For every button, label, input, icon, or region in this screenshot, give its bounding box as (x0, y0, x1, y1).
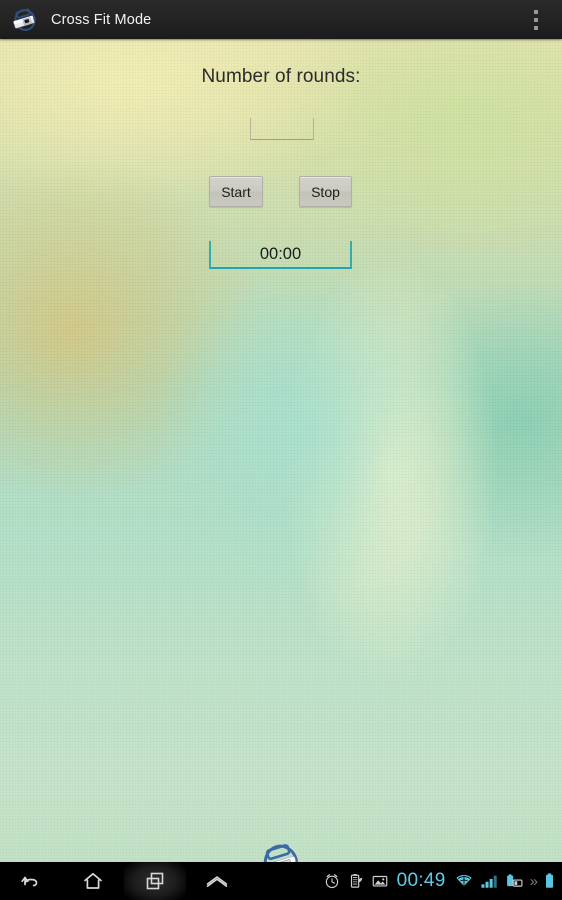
wifi-icon (456, 874, 472, 887)
start-button[interactable]: Start (209, 176, 263, 207)
status-bar-clock: 00:49 (396, 870, 446, 891)
overflow-dot (534, 25, 538, 30)
overflow-dot (534, 17, 538, 22)
stop-button[interactable]: Stop (299, 176, 352, 207)
battery-icon (546, 873, 553, 888)
app-content-area: Number of rounds: Start Stop (0, 39, 562, 882)
status-icons-area: 00:49 » (323, 862, 556, 900)
app-title-text: Cross Fit Mode (51, 11, 152, 28)
app-icon-graphic (13, 7, 36, 31)
cross-fit-mode-app-icon[interactable] (10, 5, 40, 35)
system-navigation-bar: 00:49 » (0, 862, 562, 900)
chevron-up-menu-icon (206, 876, 228, 887)
sim-battery-icon (506, 874, 523, 887)
battery-saver-icon (350, 873, 362, 888)
menu-button[interactable] (186, 862, 248, 900)
home-icon (84, 872, 102, 889)
back-button[interactable] (0, 862, 62, 900)
rounds-input[interactable] (250, 118, 314, 140)
timer-display-input[interactable] (209, 241, 352, 269)
app-title-bar: Cross Fit Mode (0, 0, 562, 39)
page-title: Number of rounds: (201, 66, 361, 87)
android-device-screen: Cross Fit Mode Number of rounds: Start S… (0, 0, 562, 900)
more-icons-chevron: » (529, 872, 538, 890)
overflow-menu-button[interactable] (520, 0, 552, 39)
alarm-clock-icon (325, 874, 338, 889)
back-arrow-icon (21, 876, 38, 887)
overflow-dot (534, 9, 538, 14)
cellular-signal-icon (481, 875, 497, 888)
recent-apps-icon (146, 872, 164, 890)
screenshot-image-icon (372, 875, 387, 887)
nav-buttons-group (0, 862, 248, 900)
recent-apps-button[interactable] (124, 862, 186, 900)
home-button[interactable] (62, 862, 124, 900)
